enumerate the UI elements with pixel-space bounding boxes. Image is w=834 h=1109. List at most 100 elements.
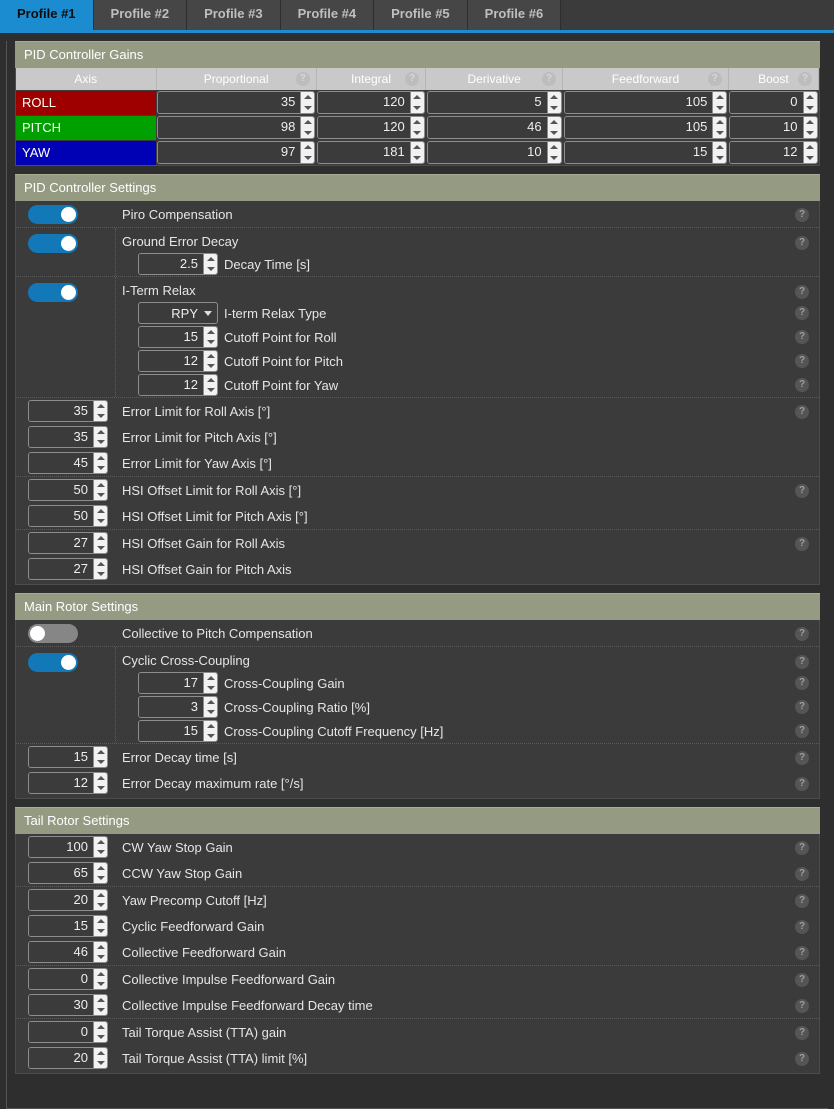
- help-icon[interactable]: ?: [405, 72, 419, 86]
- help-icon[interactable]: ?: [795, 627, 809, 641]
- spinner-up-icon[interactable]: [94, 747, 107, 757]
- spinner-up-icon[interactable]: [204, 721, 217, 731]
- help-icon[interactable]: ?: [795, 208, 809, 222]
- input-field[interactable]: 15: [138, 326, 218, 348]
- spinner-down-icon[interactable]: [94, 463, 107, 473]
- help-icon[interactable]: ?: [296, 72, 310, 86]
- toggle-cyclic-cross-coupling[interactable]: [28, 653, 78, 672]
- input-roll-boost[interactable]: 0: [729, 91, 817, 114]
- spinner-buttons[interactable]: [712, 117, 726, 138]
- spinner-down-icon[interactable]: [94, 952, 107, 962]
- spinner-down-icon[interactable]: [411, 153, 424, 164]
- spinner-buttons[interactable]: [203, 351, 217, 371]
- tab-profile-4[interactable]: Profile #4: [281, 0, 375, 30]
- spinner-buttons[interactable]: [93, 837, 107, 857]
- tab-profile-1[interactable]: Profile #1: [0, 0, 94, 30]
- spinner-down-icon[interactable]: [94, 1058, 107, 1068]
- spinner-buttons[interactable]: [203, 721, 217, 741]
- help-icon[interactable]: ?: [542, 72, 556, 86]
- input-roll-derivative[interactable]: 5: [427, 91, 562, 114]
- spinner-buttons[interactable]: [547, 92, 561, 113]
- spinner-down-icon[interactable]: [94, 873, 107, 883]
- spinner-up-icon[interactable]: [94, 916, 107, 926]
- spinner-buttons[interactable]: [93, 995, 107, 1015]
- spinner-down-icon[interactable]: [204, 731, 217, 741]
- input-roll-proportional[interactable]: 35: [157, 91, 315, 114]
- input-field[interactable]: 12: [138, 374, 218, 396]
- spinner-down-icon[interactable]: [548, 153, 561, 164]
- spinner-down-icon[interactable]: [713, 103, 726, 114]
- spinner-buttons[interactable]: [93, 773, 107, 793]
- spinner-up-icon[interactable]: [548, 142, 561, 153]
- spinner-buttons[interactable]: [300, 142, 314, 163]
- spinner-down-icon[interactable]: [94, 847, 107, 857]
- help-icon[interactable]: ?: [798, 72, 812, 86]
- input-field[interactable]: 20: [28, 889, 108, 911]
- help-icon[interactable]: ?: [795, 1052, 809, 1066]
- input-pitch-boost[interactable]: 10: [729, 116, 817, 139]
- spinner-down-icon[interactable]: [804, 103, 817, 114]
- spinner-up-icon[interactable]: [94, 506, 107, 516]
- spinner-buttons[interactable]: [203, 254, 217, 274]
- spinner-buttons[interactable]: [93, 890, 107, 910]
- spinner-buttons[interactable]: [203, 673, 217, 693]
- spinner-down-icon[interactable]: [713, 128, 726, 139]
- help-icon[interactable]: ?: [795, 946, 809, 960]
- spinner-buttons[interactable]: [93, 969, 107, 989]
- spinner-up-icon[interactable]: [94, 1048, 107, 1058]
- input-yaw-feedforward[interactable]: 15: [564, 141, 728, 164]
- spinner-up-icon[interactable]: [204, 351, 217, 361]
- spinner-down-icon[interactable]: [804, 128, 817, 139]
- spinner-down-icon[interactable]: [94, 979, 107, 989]
- input-field[interactable]: 65: [28, 862, 108, 884]
- toggle-piro-compensation[interactable]: [28, 205, 78, 224]
- spinner-down-icon[interactable]: [204, 683, 217, 693]
- help-icon[interactable]: ?: [795, 920, 809, 934]
- spinner-down-icon[interactable]: [301, 103, 314, 114]
- spinner-down-icon[interactable]: [94, 543, 107, 553]
- toggle-ground-error-decay[interactable]: [28, 234, 78, 253]
- spinner-buttons[interactable]: [300, 92, 314, 113]
- spinner-buttons[interactable]: [93, 401, 107, 421]
- spinner-down-icon[interactable]: [94, 926, 107, 936]
- spinner-buttons[interactable]: [547, 117, 561, 138]
- spinner-buttons[interactable]: [93, 427, 107, 447]
- spinner-buttons[interactable]: [410, 92, 424, 113]
- input-field[interactable]: 46: [28, 941, 108, 963]
- help-icon[interactable]: ?: [795, 999, 809, 1013]
- input-roll-integral[interactable]: 120: [317, 91, 424, 114]
- spinner-down-icon[interactable]: [94, 569, 107, 579]
- input-field[interactable]: 15: [28, 746, 108, 768]
- spinner-down-icon[interactable]: [94, 411, 107, 421]
- spinner-buttons[interactable]: [93, 453, 107, 473]
- spinner-down-icon[interactable]: [713, 153, 726, 164]
- input-field[interactable]: 35: [28, 400, 108, 422]
- input-field[interactable]: 45: [28, 452, 108, 474]
- tab-profile-5[interactable]: Profile #5: [374, 0, 468, 30]
- tab-profile-3[interactable]: Profile #3: [187, 0, 281, 30]
- spinner-up-icon[interactable]: [713, 92, 726, 103]
- input-yaw-integral[interactable]: 181: [317, 141, 424, 164]
- spinner-up-icon[interactable]: [204, 254, 217, 264]
- help-icon[interactable]: ?: [795, 894, 809, 908]
- spinner-up-icon[interactable]: [204, 327, 217, 337]
- input-field[interactable]: 0: [28, 1021, 108, 1043]
- spinner-up-icon[interactable]: [204, 375, 217, 385]
- spinner-up-icon[interactable]: [204, 673, 217, 683]
- spinner-buttons[interactable]: [93, 747, 107, 767]
- spinner-buttons[interactable]: [410, 142, 424, 163]
- toggle-iterm-relax[interactable]: [28, 283, 78, 302]
- help-icon[interactable]: ?: [795, 306, 809, 320]
- spinner-up-icon[interactable]: [94, 427, 107, 437]
- toggle-collective-to-pitch-compensation[interactable]: [28, 624, 78, 643]
- spinner-down-icon[interactable]: [548, 103, 561, 114]
- spinner-down-icon[interactable]: [94, 1032, 107, 1042]
- spinner-buttons[interactable]: [93, 533, 107, 553]
- spinner-down-icon[interactable]: [204, 361, 217, 371]
- help-icon[interactable]: ?: [795, 700, 809, 714]
- help-icon[interactable]: ?: [795, 973, 809, 987]
- input-field[interactable]: 50: [28, 479, 108, 501]
- spinner-up-icon[interactable]: [94, 773, 107, 783]
- spinner-buttons[interactable]: [300, 117, 314, 138]
- spinner-buttons[interactable]: [712, 142, 726, 163]
